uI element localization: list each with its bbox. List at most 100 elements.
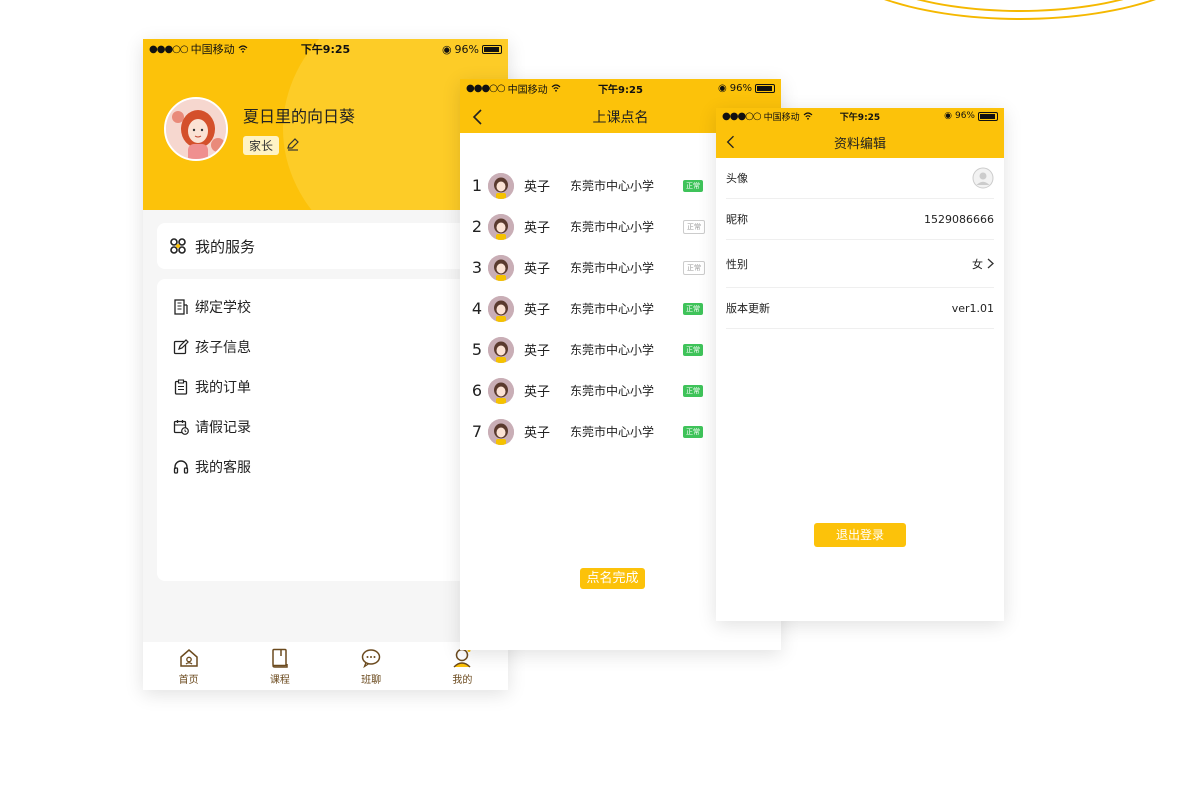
- menu-item-label: 绑定学校: [195, 300, 251, 316]
- tab-class-chat[interactable]: 班聊: [341, 647, 401, 686]
- row-number: 2: [471, 217, 482, 236]
- pencil-icon[interactable]: [286, 137, 300, 151]
- version-value: ver1.01: [951, 301, 994, 315]
- menu-item-my-orders[interactable]: 我的订单: [157, 367, 508, 407]
- home-icon: [179, 648, 198, 667]
- student-name: 英子: [524, 180, 551, 195]
- status-bar: ●●●○○ 中国移动 下午9:25 ◉ 96%: [143, 39, 508, 59]
- student-name: 英子: [524, 385, 551, 400]
- nickname-row[interactable]: 昵称 1529086666: [726, 199, 994, 240]
- carrier-label: 中国移动: [763, 112, 800, 123]
- student-school: 东莞市中心小学: [570, 384, 655, 398]
- signal-icon: ●●●○○: [722, 110, 762, 122]
- version-label: 版本更新: [726, 302, 770, 315]
- rotation-lock-icon: ◉: [944, 111, 952, 121]
- building-icon: [174, 299, 188, 315]
- row-number: 7: [471, 422, 482, 441]
- tab-home[interactable]: 首页: [159, 647, 219, 686]
- battery-icon: [755, 83, 775, 93]
- status-badge[interactable]: 正常: [683, 425, 703, 438]
- menu-item-label: 孩子信息: [195, 340, 251, 356]
- menu-item-label: 我的订单: [195, 380, 251, 396]
- student-avatar: [488, 377, 514, 404]
- phone-edit-profile-screen: ●●●○○ 中国移动 下午9:25 ◉ 96% 资料编辑 头像 昵称 15290…: [716, 108, 1004, 621]
- wifi-icon: [803, 112, 813, 120]
- signal-icon: ●●●○○: [466, 82, 506, 94]
- row-number: 1: [471, 176, 482, 195]
- student-school: 东莞市中心小学: [570, 425, 655, 439]
- tab-mine[interactable]: 我的: [432, 647, 492, 686]
- menu-item-bind-school[interactable]: 绑定学校: [157, 287, 508, 327]
- clover-icon: [170, 238, 186, 254]
- wifi-icon: [551, 84, 561, 92]
- gender-value: 女: [972, 257, 983, 271]
- avatar-placeholder-icon: [972, 167, 994, 189]
- menu-item-customer-service[interactable]: 我的客服: [157, 447, 508, 487]
- logout-button[interactable]: 退出登录: [814, 523, 906, 547]
- menu-item-child-info[interactable]: 孩子信息: [157, 327, 508, 367]
- avatar-label: 头像: [726, 172, 748, 185]
- version-row[interactable]: 版本更新 ver1.01: [726, 288, 994, 329]
- battery-icon: [978, 111, 998, 121]
- student-avatar: [488, 295, 514, 322]
- tab-bar: 首页 课程 班聊 我的: [143, 642, 508, 690]
- status-badge[interactable]: 正常: [683, 384, 703, 397]
- battery-label: 96%: [729, 82, 752, 94]
- phone-my-screen: ●●●○○ 中国移动 下午9:25 ◉ 96% 夏日里的向日葵 家长 我的服务 …: [143, 39, 508, 690]
- calendar-clock-icon: [173, 420, 189, 435]
- status-badge[interactable]: 正常: [683, 179, 703, 192]
- student-avatar: [488, 336, 514, 363]
- row-number: 4: [471, 299, 482, 318]
- student-name: 英子: [524, 344, 551, 359]
- canvas: ●●●○○ 中国移动 下午9:25 ◉ 96% 夏日里的向日葵 家长 我的服务 …: [0, 0, 1200, 810]
- row-number: 3: [471, 258, 482, 277]
- chevron-right-icon: [987, 258, 994, 269]
- gender-row[interactable]: 性别 女: [726, 240, 994, 288]
- status-badge[interactable]: 正常: [683, 343, 703, 356]
- signal-icon: ●●●○○: [149, 43, 189, 55]
- student-avatar: [488, 172, 514, 199]
- menu-card: 绑定学校 孩子信息 我的订单 请假记录 我的客服: [157, 279, 508, 581]
- headset-icon: [173, 460, 189, 474]
- profile-fields: 头像 昵称 1529086666 性别 女 版本更新 ver1.01: [726, 158, 994, 329]
- student-name: 英子: [524, 262, 551, 277]
- student-school: 东莞市中心小学: [570, 343, 655, 357]
- rotation-lock-icon: ◉: [441, 42, 452, 56]
- status-badge[interactable]: 正常: [683, 260, 705, 275]
- student-name: 英子: [524, 221, 551, 236]
- tab-label: 首页: [178, 674, 199, 686]
- carrier-label: 中国移动: [190, 43, 235, 56]
- battery-icon: [482, 44, 502, 54]
- student-avatar: [488, 254, 514, 281]
- avatar[interactable]: [164, 97, 228, 161]
- tab-course[interactable]: 课程: [250, 647, 310, 686]
- menu-item-leave-records[interactable]: 请假记录: [157, 407, 508, 447]
- finish-roll-call-button[interactable]: 点名完成: [580, 568, 645, 589]
- role-badge: 家长: [243, 136, 280, 155]
- status-badge[interactable]: 正常: [683, 219, 705, 234]
- student-name: 英子: [524, 303, 551, 318]
- tab-label: 班聊: [361, 674, 382, 686]
- student-name: 英子: [524, 426, 551, 441]
- profile-header: ●●●○○ 中国移动 下午9:25 ◉ 96% 夏日里的向日葵 家长: [143, 39, 508, 210]
- tab-label: 课程: [269, 674, 290, 686]
- my-services-card[interactable]: 我的服务: [157, 223, 508, 269]
- menu-item-label: 我的客服: [195, 460, 251, 476]
- battery-label: 96%: [454, 42, 479, 56]
- services-title: 我的服务: [195, 237, 256, 256]
- clipboard-icon: [174, 379, 188, 395]
- carrier-label: 中国移动: [507, 84, 548, 96]
- user-name: 夏日里的向日葵: [243, 107, 356, 126]
- clock-label: 下午9:25: [598, 84, 643, 96]
- student-school: 东莞市中心小学: [570, 302, 655, 316]
- status-bar: ●●●○○ 中国移动 下午9:25 ◉ 96%: [460, 79, 781, 97]
- status-badge[interactable]: 正常: [683, 302, 703, 315]
- avatar-row[interactable]: 头像: [726, 158, 994, 199]
- nickname-value: 1529086666: [924, 212, 994, 226]
- rotation-lock-icon: ◉: [718, 82, 727, 94]
- status-bar: ●●●○○ 中国移动 下午9:25 ◉ 96%: [716, 108, 1004, 124]
- page-title: 资料编辑: [833, 137, 886, 152]
- student-avatar: [488, 418, 514, 445]
- nav-bar: ●●●○○ 中国移动 下午9:25 ◉ 96% 资料编辑: [716, 108, 1004, 158]
- avatar-illustration: [166, 99, 226, 159]
